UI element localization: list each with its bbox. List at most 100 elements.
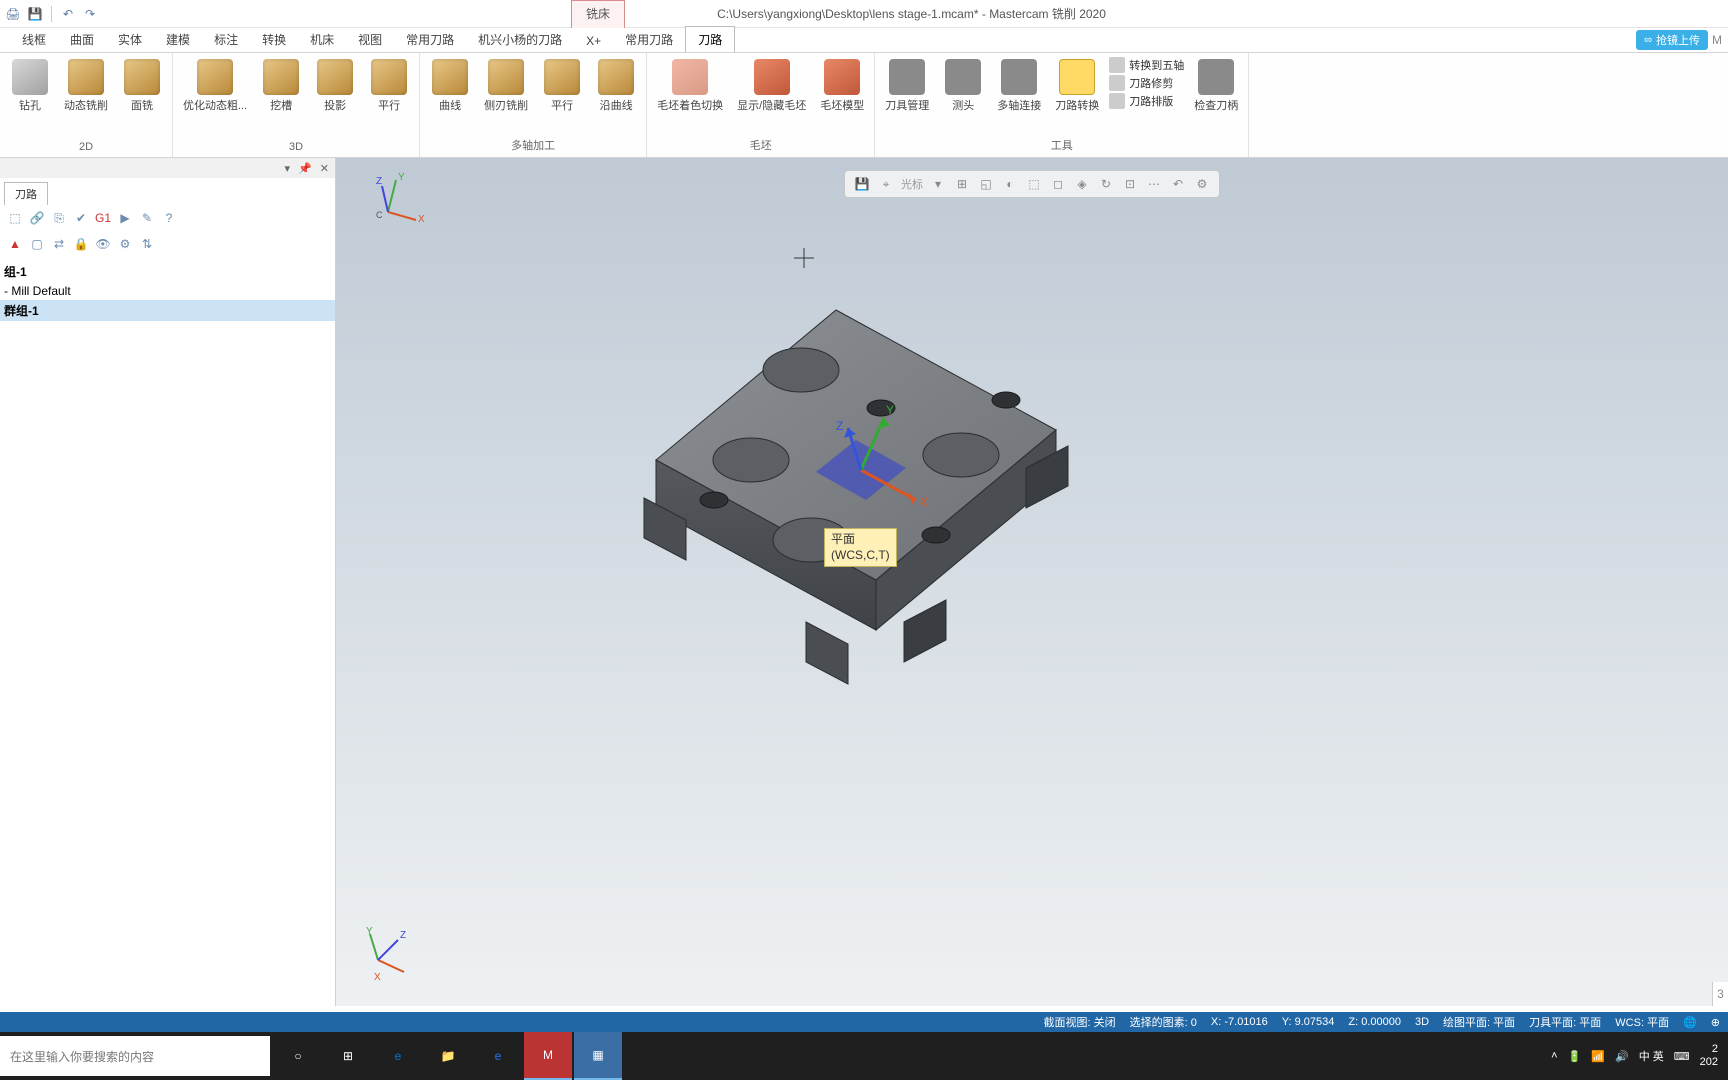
button-curve[interactable]: 曲线 [426,57,474,115]
panel-pin-icon[interactable]: 📌 [298,162,312,175]
context-tab-mill[interactable]: 铣床 [571,0,625,28]
button-toolpath-convert[interactable]: 刀路转换 [1051,57,1103,115]
tab-toolpaths[interactable]: 刀路 [685,26,735,52]
vt-scale-icon[interactable]: ◱ [977,175,995,193]
status-cplane[interactable]: 绘图平面: 平面 [1443,1014,1515,1030]
vt-dropdown-icon[interactable]: ▾ [929,175,947,193]
tb-eye-icon[interactable]: 👁 [94,235,112,253]
vt-grid-icon[interactable]: ⊞ [953,175,971,193]
button-along-curve[interactable]: 沿曲线 [592,57,640,115]
tab-surfaces[interactable]: 曲面 [58,27,106,52]
tab-common-toolpath-2[interactable]: 常用刀路 [613,27,685,52]
button-nest-toolpath[interactable]: 刀路排版 [1109,93,1184,109]
tb-g1-icon[interactable]: G1 [94,209,112,227]
tab-model[interactable]: 建模 [154,27,202,52]
vt-cursor-icon[interactable]: ⌖ [877,175,895,193]
tb-filter-icon[interactable]: ⚙ [116,235,134,253]
vt-more-icon[interactable]: ⋯ [1145,175,1163,193]
button-probe[interactable]: 测头 [939,57,987,115]
button-pocket[interactable]: 挖槽 [257,57,305,115]
tray-keyboard-icon[interactable]: ⌨ [1674,1050,1690,1063]
vt-fit-icon[interactable]: ⊡ [1121,175,1139,193]
app-icon[interactable]: ▦ [574,1032,622,1080]
tray-clock[interactable]: 2 202 [1700,1043,1718,1069]
cortana-icon[interactable]: ○ [274,1032,322,1080]
panel-dropdown-icon[interactable]: ▾ [285,162,291,175]
tab-machine[interactable]: 机床 [298,27,346,52]
vt-options-icon[interactable]: ⚙ [1193,175,1211,193]
vt-shade-icon[interactable]: ◐ [1001,175,1019,193]
button-stock-display[interactable]: 显示/隐藏毛坯 [733,57,810,115]
vt-hide-icon[interactable]: ◻ [1049,175,1067,193]
tab-transform[interactable]: 转换 [250,27,298,52]
tab-custom-toolpath[interactable]: 机兴小杨的刀路 [466,27,574,52]
3d-viewport[interactable]: X Y Z C 💾 ⌖ 光标 ▾ ⊞ ◱ ◐ ⬚ ◻ ◈ ↻ ⊡ ⋯ ↶ ⚙ [336,158,1728,1006]
tray-volume-icon[interactable]: 🔊 [1615,1050,1629,1063]
tree-machine-group[interactable]: 组-1 [0,261,335,282]
button-parallel[interactable]: 平行 [365,57,413,115]
tb-select-icon[interactable]: ⬚ [6,209,24,227]
panel-close-icon[interactable]: ✕ [320,162,329,175]
button-check-holder[interactable]: 检查刀柄 [1190,57,1242,115]
mastercam-icon[interactable]: M [524,1032,572,1080]
button-stock-shade[interactable]: 毛坯着色切换 [653,57,727,115]
button-face-mill[interactable]: 面铣 [118,57,166,115]
status-tplane[interactable]: 刀具平面: 平面 [1529,1014,1601,1030]
tb-lock-icon[interactable]: 🔒 [72,235,90,253]
edge-icon[interactable]: e [374,1032,422,1080]
status-globe-icon[interactable]: 🌐 [1683,1016,1697,1029]
print-icon[interactable]: 🖨 [4,5,22,23]
tb-edit-icon[interactable]: ✎ [138,209,156,227]
tb-insert-icon[interactable]: ⎘ [50,209,68,227]
tb-sort-icon[interactable]: ⇅ [138,235,156,253]
tab-view[interactable]: 视图 [346,27,394,52]
button-optirough[interactable]: 优化动态粗... [179,57,251,115]
upload-button[interactable]: ∞ 抢镜上传 [1636,30,1708,50]
tb-post-icon[interactable]: ▶ [116,209,134,227]
vt-iso-icon[interactable]: ◈ [1073,175,1091,193]
button-tool-manager[interactable]: 刀具管理 [881,57,933,115]
button-trim-toolpath[interactable]: 刀路修剪 [1109,75,1184,91]
button-drill[interactable]: 钻孔 [6,57,54,115]
tab-xplus[interactable]: X+ [574,30,613,52]
button-multiaxis-link[interactable]: 多轴连接 [993,57,1045,115]
button-project[interactable]: 投影 [311,57,359,115]
status-section-view[interactable]: 截面视图: 关闭 [1044,1014,1116,1030]
tab-drafting[interactable]: 标注 [202,27,250,52]
tray-up-icon[interactable]: ˄ [1551,1050,1557,1062]
status-target-icon[interactable]: ⊕ [1711,1016,1720,1029]
tab-solids[interactable]: 实体 [106,27,154,52]
button-parallel-multi[interactable]: 平行 [538,57,586,115]
redo-icon[interactable]: ↷ [81,5,99,23]
save-icon[interactable]: 💾 [26,5,44,23]
explorer-icon[interactable]: 📁 [424,1032,472,1080]
tab-wireframe[interactable]: 线框 [10,27,58,52]
vt-rotate-icon[interactable]: ↻ [1097,175,1115,193]
tree-mill-default[interactable]: - Mill Default [0,282,335,300]
vt-wire-icon[interactable]: ⬚ [1025,175,1043,193]
tab-common-toolpath[interactable]: 常用刀路 [394,27,466,52]
tree-toolpath-group[interactable]: 群组-1 [0,300,335,321]
tb-help-icon[interactable]: ? [160,209,178,227]
status-mode[interactable]: 3D [1415,1016,1429,1028]
tb-arrow-icon[interactable]: ⇄ [50,235,68,253]
vt-undo-icon[interactable]: ↶ [1169,175,1187,193]
task-view-icon[interactable]: ⊞ [324,1032,372,1080]
ie-icon[interactable]: e [474,1032,522,1080]
status-wcs[interactable]: WCS: 平面 [1615,1014,1669,1030]
tray-wifi-icon[interactable]: 📶 [1591,1050,1605,1063]
button-swarf[interactable]: 侧刃铣削 [480,57,532,115]
button-dynamic-mill[interactable]: 动态铣削 [60,57,112,115]
button-convert-5axis[interactable]: 转换到五轴 [1109,57,1184,73]
undo-icon[interactable]: ↶ [59,5,77,23]
tray-battery-icon[interactable]: 🔋 [1568,1050,1582,1063]
vt-save-icon[interactable]: 💾 [853,175,871,193]
tb-tri-icon[interactable]: ▲ [6,235,24,253]
tray-ime[interactable]: 中 英 [1639,1048,1664,1064]
tb-box-icon[interactable]: ▢ [28,235,46,253]
tb-verify-icon[interactable]: ✔ [72,209,90,227]
taskbar-search[interactable]: 在这里输入你要搜索的内容 [0,1036,270,1076]
tb-link-icon[interactable]: 🔗 [28,209,46,227]
button-stock-model[interactable]: 毛坯模型 [816,57,868,115]
panel-tab-toolpaths[interactable]: 刀路 [4,182,48,205]
